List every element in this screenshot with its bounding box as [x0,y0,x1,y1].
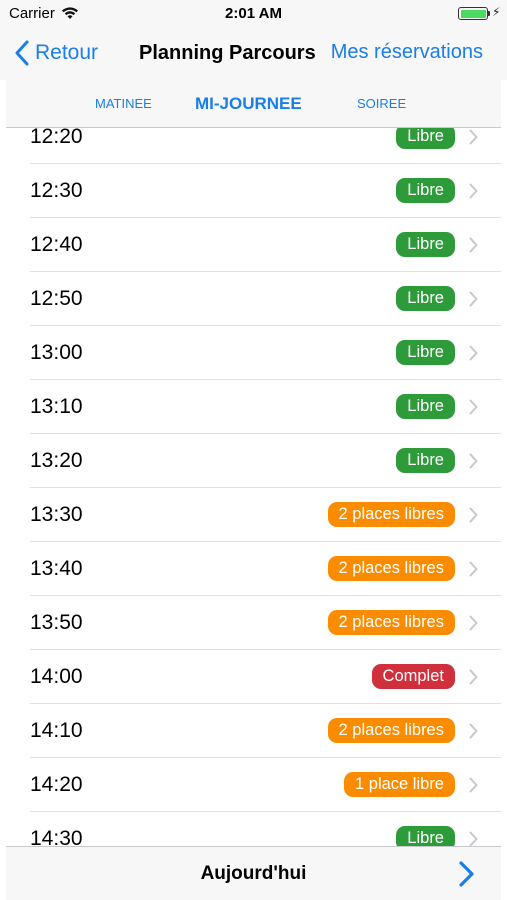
slot-time: 12:40 [30,233,83,256]
battery-fill [460,9,486,18]
slot-time: 14:20 [30,773,83,796]
chevron-right-icon [469,831,478,846]
slot-time: 12:50 [30,287,83,310]
chevron-right-icon [459,861,474,887]
tab-soiree[interactable]: SOIREE [357,80,406,127]
availability-badge: 2 places libres [327,610,455,635]
availability-badge: Libre [396,178,455,203]
slot-row[interactable]: 13:40 2 places libres [0,542,507,596]
chevron-right-icon [469,507,478,523]
chevron-right-icon [469,399,478,415]
slot-time: 13:40 [30,557,83,580]
slot-row[interactable]: 13:00 Libre [0,326,507,380]
chevron-right-icon [469,345,478,361]
battery-icon [458,7,488,20]
availability-badge: Libre [396,340,455,365]
availability-badge: Libre [396,448,455,473]
chevron-left-icon [15,40,29,66]
slot-time: 12:30 [30,179,83,202]
slot-time: 14:30 [30,827,83,846]
next-day-button[interactable] [451,859,481,889]
my-reservations-button[interactable]: Mes réservations [331,41,483,64]
chevron-right-icon [469,615,478,631]
navigation-bar: Retour Planning Parcours Mes réservation… [0,28,507,80]
slot-time: 13:10 [30,395,83,418]
slot-list[interactable]: 12:20 Libre 12:30 Libre 12:40 Libre 12:50 Libre… [0,128,507,846]
slot-row[interactable]: 14:30 Libre [0,812,507,846]
availability-badge: Libre [396,394,455,419]
slot-time: 12:20 [30,128,83,148]
clock: 2:01 AM [225,5,282,22]
availability-badge: 2 places libres [327,556,455,581]
availability-badge: Complet [371,664,455,689]
slot-row[interactable]: 14:20 1 place libre [0,758,507,812]
charging-icon: ⚡︎ [492,5,501,19]
availability-badge: 2 places libres [327,502,455,527]
slot-row[interactable]: 14:00 Complet [0,650,507,704]
chevron-right-icon [469,291,478,307]
slot-time: 14:10 [30,719,83,742]
chevron-right-icon [469,453,478,469]
tab-mi-journee[interactable]: MI-JOURNEE [195,80,302,127]
availability-badge: 2 places libres [327,718,455,743]
chevron-right-icon [469,183,478,199]
slot-time: 14:00 [30,665,83,688]
page-title: Planning Parcours [139,42,316,64]
slot-row[interactable]: 14:10 2 places libres [0,704,507,758]
slot-row[interactable]: 12:40 Libre [0,218,507,272]
chevron-right-icon [469,237,478,253]
availability-badge: Libre [396,826,455,846]
chevron-right-icon [469,561,478,577]
availability-badge: Libre [396,128,455,149]
back-button-label: Retour [35,41,99,64]
availability-badge: 1 place libre [344,772,455,797]
availability-badge: Libre [396,232,455,257]
availability-badge: Libre [396,286,455,311]
slot-time: 13:50 [30,611,83,634]
back-button[interactable]: Retour [14,38,98,68]
slot-row[interactable]: 13:10 Libre [0,380,507,434]
slot-row[interactable]: 12:30 Libre [0,164,507,218]
tab-matinee[interactable]: MATINEE [95,80,152,127]
current-day-label: Aujourd'hui [200,863,307,884]
slot-time: 13:20 [30,449,83,472]
chevron-right-icon [469,777,478,793]
slot-row[interactable]: 12:50 Libre [0,272,507,326]
status-bar: Carrier 2:01 AM ⚡︎ [0,0,507,28]
chevron-right-icon [469,669,478,685]
chevron-right-icon [469,129,478,145]
slot-row[interactable]: 13:50 2 places libres [0,596,507,650]
battery-tip [488,11,490,16]
bottom-toolbar: Aujourd'hui [6,846,501,900]
chevron-right-icon [469,723,478,739]
period-tabs: MATINEE MI-JOURNEE SOIREE [6,80,501,128]
slot-row[interactable]: 12:20 Libre [0,128,507,164]
slot-row[interactable]: 13:30 2 places libres [0,488,507,542]
slot-time: 13:30 [30,503,83,526]
slot-time: 13:00 [30,341,83,364]
slot-row[interactable]: 13:20 Libre [0,434,507,488]
